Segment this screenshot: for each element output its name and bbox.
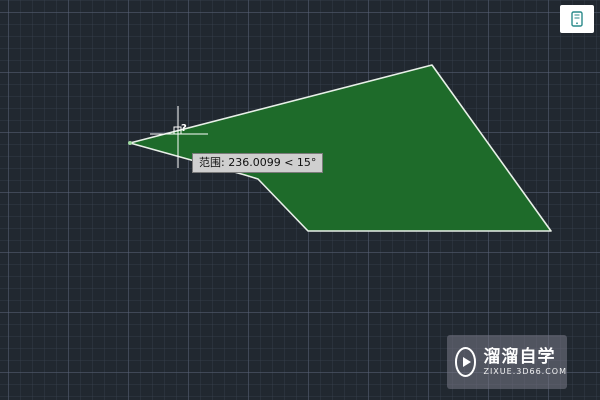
watermark-url: ZIXUE.3D66.COM [483,367,567,376]
viewcube-button[interactable] [560,5,594,33]
watermark-title: 溜溜自学 [483,347,556,367]
tooltip-angle: < 15° [284,156,317,169]
vertex-grip[interactable] [128,141,132,145]
play-icon [455,347,477,377]
watermark: 溜溜自学 ZIXUE.3D66.COM [447,335,567,389]
cursor-marker: ? [181,123,187,134]
tablet-icon [571,11,583,27]
tooltip-value: 236.0099 [228,156,281,169]
dynamic-input-tooltip: 范围: 236.0099 < 15° [192,153,324,173]
green-polygon[interactable] [129,64,552,232]
tooltip-label: 范围: [199,156,225,169]
